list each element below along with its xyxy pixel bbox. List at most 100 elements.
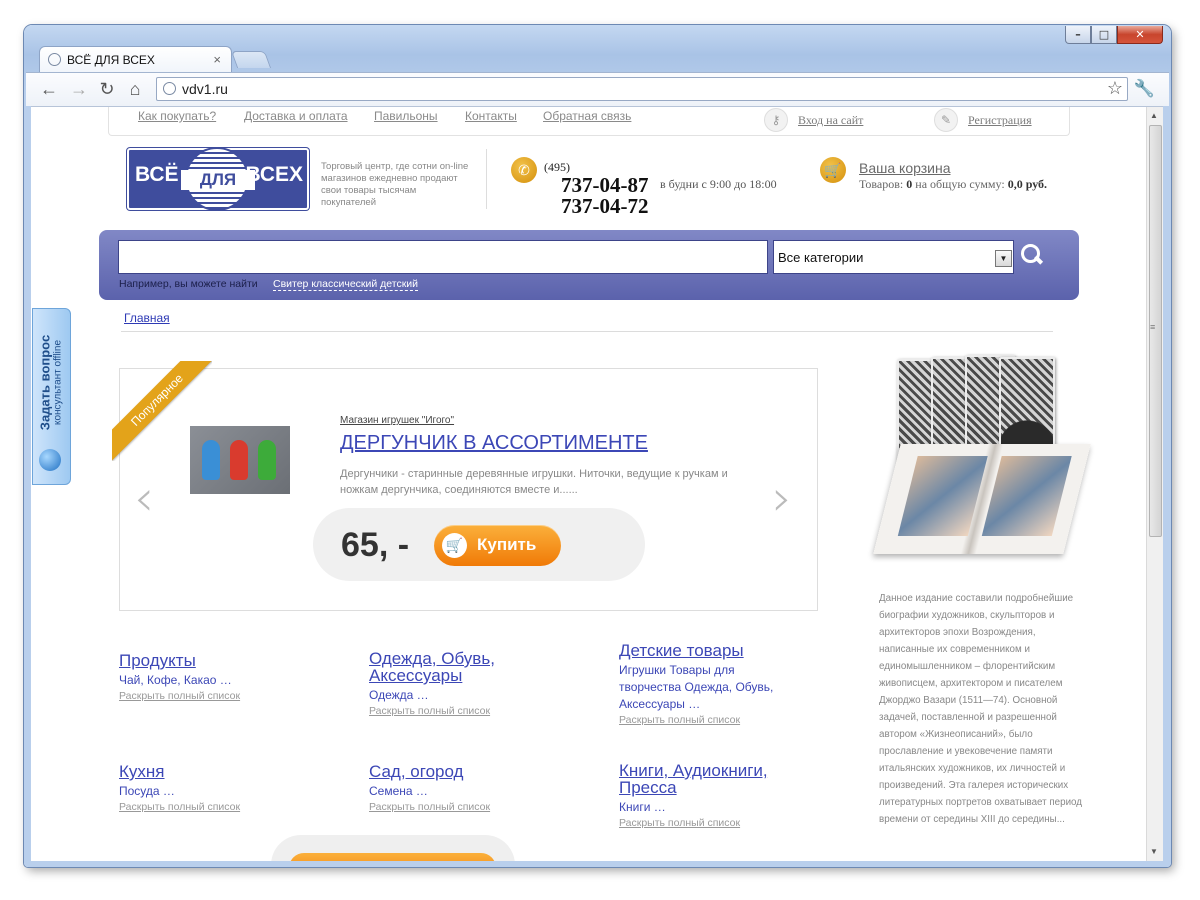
category-block: Детские товары Игрушки Товары для творче… — [619, 642, 779, 726]
category-items[interactable]: Одежда … — [369, 687, 519, 704]
product-description: Дергунчики - старинные деревянные игрушк… — [340, 468, 728, 496]
window-controls: – □ ✕ — [1065, 26, 1163, 44]
logo-word-left: ВСЁ — [135, 163, 179, 186]
category-block: Сад, огород Семена … Раскрыть полный спи… — [369, 763, 569, 813]
bottom-price-box — [271, 835, 515, 861]
ask-question-subtitle: консультант offline — [52, 339, 64, 426]
globe-icon — [48, 53, 61, 66]
category-title-link[interactable]: Одежда, Обувь, Аксессуары — [369, 650, 519, 684]
open-book — [873, 444, 1091, 554]
page-viewport: Как покупать? Доставка и оплата Павильон… — [31, 106, 1163, 861]
minimize-button[interactable]: – — [1065, 26, 1091, 44]
book-description: Данное издание составили подробнейшие би… — [879, 593, 1082, 825]
link-delivery[interactable]: Доставка и оплата — [244, 109, 348, 123]
book-illustration — [981, 456, 1072, 536]
cart-prefix: Товаров: — [859, 177, 907, 191]
link-pavilions[interactable]: Павильоны — [374, 109, 438, 123]
back-arrow-icon[interactable]: ← — [38, 79, 60, 100]
category-items[interactable]: Чай, Кофе, Какао … — [119, 672, 319, 689]
expand-list-link[interactable]: Раскрыть полный список — [619, 714, 779, 726]
logo-word-mid: ДЛЯ — [181, 170, 255, 190]
product-image[interactable] — [190, 426, 290, 494]
tab-title: ВСЁ ДЛЯ ВСЕХ — [67, 52, 155, 67]
link-feedback[interactable]: Обратная связь — [543, 109, 631, 123]
slider-next-icon[interactable]: › — [772, 469, 792, 527]
category-block: Одежда, Обувь, Аксессуары Одежда … Раскр… — [369, 650, 519, 717]
book-illustration — [897, 456, 988, 536]
category-items[interactable]: Книги … — [619, 799, 789, 816]
category-items[interactable]: Посуда … — [119, 783, 319, 800]
breadcrumb-home[interactable]: Главная — [124, 311, 170, 325]
ask-question-widget[interactable]: Задать вопрос консультант offline — [32, 308, 71, 485]
cart-icon: 🛒 — [442, 533, 467, 558]
key-icon: ⚷ — [764, 108, 788, 132]
search-bar: Все категории ▼ Например, вы можете найт… — [99, 230, 1079, 300]
logo-word-right: ВСЕХ — [245, 163, 303, 186]
top-links-bar: Как покупать? Доставка и оплата Павильон… — [108, 107, 1070, 136]
buy-button[interactable]: 🛒 Купить — [434, 525, 561, 566]
scroll-grip-icon: ≡ — [1150, 322, 1156, 332]
category-title-link[interactable]: Книги, Аудиокниги, Пресса — [619, 762, 789, 796]
shop-link[interactable]: Магазин игрушек "Игого" — [340, 415, 454, 426]
promo-slider: Популярное ‹ Магазин игрушек "Игого" ДЕР… — [112, 361, 818, 611]
category-block: Кухня Посуда … Раскрыть полный список — [119, 763, 319, 813]
scroll-up-icon[interactable]: ▲ — [1150, 111, 1158, 120]
search-example-link[interactable]: Свитер классический детский — [273, 278, 419, 291]
category-title-link[interactable]: Сад, огород — [369, 763, 569, 780]
ask-question-text: Задать вопрос консультант offline — [38, 313, 65, 453]
category-select-value: Все категории — [778, 250, 864, 265]
category-title-link[interactable]: Продукты — [119, 652, 319, 669]
bookmark-star-icon[interactable]: ☆ — [1107, 78, 1123, 99]
site-tagline: Торговый центр, где сотни on-line магази… — [321, 161, 469, 208]
puppet-figure — [230, 440, 248, 480]
category-block: Книги, Аудиокниги, Пресса Книги … Раскры… — [619, 762, 789, 829]
working-hours: в будни с 9:00 до 18:00 — [660, 177, 777, 191]
link-how-to-buy[interactable]: Как покупать? — [138, 109, 216, 123]
expand-list-link[interactable]: Раскрыть полный список — [619, 817, 789, 829]
puppet-figure — [258, 440, 276, 480]
search-icon-handle — [1033, 255, 1044, 265]
expand-list-link[interactable]: Раскрыть полный список — [119, 801, 319, 813]
vertical-scrollbar[interactable]: ▲ ≡ ▼ — [1146, 107, 1163, 861]
search-button[interactable] — [1019, 240, 1045, 270]
browser-tab[interactable]: ВСЁ ДЛЯ ВСЕХ × — [39, 46, 232, 72]
search-input[interactable] — [118, 240, 768, 274]
dropdown-arrow-icon[interactable]: ▼ — [995, 250, 1012, 267]
register-link[interactable]: Регистрация — [968, 113, 1032, 128]
new-tab-button[interactable] — [230, 51, 272, 68]
phone-number-2: 737-04-72 — [561, 194, 649, 218]
category-items[interactable]: Семена … — [369, 783, 569, 800]
bottom-buy-button[interactable] — [289, 853, 496, 861]
category-select[interactable]: Все категории ▼ — [773, 240, 1014, 274]
phone-icon: ✆ — [511, 157, 537, 183]
category-title-link[interactable]: Кухня — [119, 763, 319, 780]
maximize-button[interactable]: □ — [1091, 26, 1117, 44]
category-title-link[interactable]: Детские товары — [619, 642, 779, 659]
link-contacts[interactable]: Контакты — [465, 109, 517, 123]
browser-toolbar: ← → ↻ ⌂ vdv1.ru ☆ 🔧 — [26, 72, 1169, 106]
product-title-link[interactable]: ДЕРГУНЧИК В АССОРТИМЕНТЕ — [340, 432, 648, 455]
globe-icon — [39, 449, 61, 471]
cart-icon[interactable]: 🛒 — [820, 157, 846, 183]
expand-list-link[interactable]: Раскрыть полный список — [119, 690, 319, 702]
category-items[interactable]: Игрушки Товары для творчества Одежда, Об… — [619, 662, 779, 713]
buy-button-label: Купить — [477, 535, 537, 554]
book-image[interactable] — [873, 349, 1091, 567]
header-divider — [486, 149, 487, 209]
slider-prev-icon[interactable]: ‹ — [134, 469, 154, 527]
cart-link[interactable]: Ваша корзина — [859, 160, 951, 176]
site-logo[interactable]: ВСЁ ДЛЯ ВСЕХ — [127, 147, 309, 211]
expand-list-link[interactable]: Раскрыть полный список — [369, 801, 569, 813]
home-icon[interactable]: ⌂ — [124, 79, 146, 100]
reload-icon[interactable]: ↻ — [96, 79, 118, 100]
scroll-down-icon[interactable]: ▼ — [1150, 847, 1158, 856]
product-price: 65, - — [341, 526, 410, 564]
category-block: Продукты Чай, Кофе, Какао … Раскрыть пол… — [119, 652, 319, 702]
address-bar[interactable]: vdv1.ru ☆ — [156, 77, 1128, 101]
expand-list-link[interactable]: Раскрыть полный список — [369, 705, 519, 717]
forward-arrow-icon[interactable]: → — [68, 79, 90, 100]
tab-close-icon[interactable]: × — [213, 52, 221, 67]
login-link[interactable]: Вход на сайт — [798, 113, 863, 128]
close-window-button[interactable]: ✕ — [1117, 26, 1163, 44]
wrench-menu-icon[interactable]: 🔧 — [1134, 79, 1155, 99]
